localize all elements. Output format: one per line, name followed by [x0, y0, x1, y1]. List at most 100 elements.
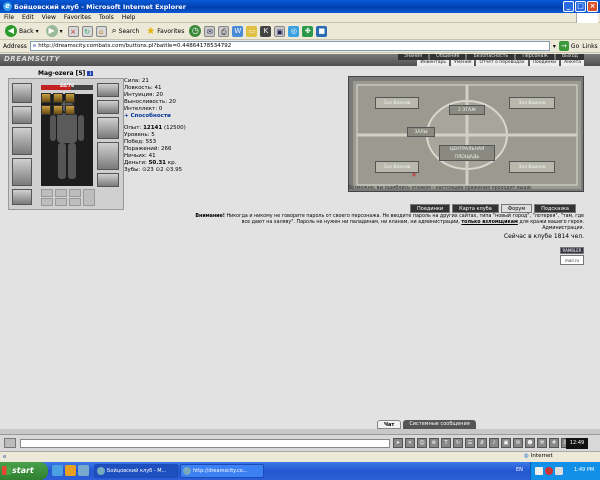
links-label[interactable]: Links: [582, 43, 597, 50]
menu-tools[interactable]: Tools: [99, 14, 114, 21]
room-plate-top-right[interactable]: Зал Воинов: [509, 97, 555, 109]
quicklaunch-desktop-icon[interactable]: [78, 465, 89, 476]
abilities-link[interactable]: + Способности: [124, 113, 176, 120]
tray-volume-icon[interactable]: [555, 467, 563, 475]
central-square-plate[interactable]: ЦЕНТРАЛЬНАЯ ПЛОЩАДЬ: [439, 145, 495, 161]
spell-slot-3[interactable]: [69, 189, 81, 197]
taskbar-item-dreamscity[interactable]: http://dreamscity.co...: [180, 464, 264, 478]
menu-file[interactable]: File: [4, 14, 14, 21]
gloves-right-slot[interactable]: [97, 100, 119, 114]
folder-icon[interactable]: ▭: [246, 25, 258, 37]
filter-icon[interactable]: ⚙: [429, 438, 439, 448]
address-input[interactable]: e http://dreamscity.combats.com/buttons.…: [29, 41, 550, 51]
sound-icon[interactable]: ♪: [489, 438, 499, 448]
forward-button[interactable]: ▶ ▾: [44, 25, 65, 37]
edit-icon[interactable]: W: [232, 25, 244, 37]
menu-edit[interactable]: Edit: [22, 14, 34, 21]
floor-plate[interactable]: 2 ЭТАЖ: [449, 105, 485, 115]
favorites-button[interactable]: ★ Favorites: [144, 26, 186, 37]
tray-antivirus-icon[interactable]: [545, 467, 553, 475]
site-logo[interactable]: DREAMSCITY: [4, 55, 60, 63]
history-icon[interactable]: ◷: [189, 25, 202, 37]
smiley-icon[interactable]: ☺: [417, 438, 427, 448]
ring-slot-2[interactable]: [41, 105, 51, 115]
chat-mode-icon[interactable]: [4, 438, 16, 448]
scroll-icon[interactable]: ⇵: [477, 438, 487, 448]
forum-button[interactable]: Форум: [500, 204, 533, 213]
spell-slot-2[interactable]: [55, 189, 67, 197]
hint-button[interactable]: Подсказка: [534, 204, 576, 213]
spell-slot-1[interactable]: [41, 189, 53, 197]
hackers-link[interactable]: только взломщикам: [461, 220, 517, 225]
chat-size-icon[interactable]: ▣: [501, 438, 511, 448]
info-icon[interactable]: i: [87, 71, 94, 76]
rambler-counter[interactable]: RAMBLER: [560, 247, 584, 254]
hands-slot[interactable]: [97, 83, 119, 97]
print-icon[interactable]: ⎙: [218, 25, 230, 37]
legs-slot[interactable]: [97, 142, 119, 170]
ring-slot-3[interactable]: [53, 105, 63, 115]
nav-duels[interactable]: Поединки: [529, 60, 560, 66]
amulet-slot[interactable]: [53, 93, 63, 103]
refresh-icon[interactable]: ↻: [81, 25, 93, 37]
maximize-button[interactable]: □: [575, 1, 586, 12]
duels-button[interactable]: Поединки: [410, 204, 451, 213]
shield-slot[interactable]: [97, 117, 119, 139]
weapon-slot[interactable]: [12, 127, 32, 155]
go-button[interactable]: → Go: [558, 41, 579, 51]
search-button[interactable]: ⌕ Search: [110, 26, 142, 36]
spell-slot-7[interactable]: [83, 189, 95, 206]
back-button[interactable]: ◀ Back ▾: [3, 25, 41, 37]
boots-slot[interactable]: [97, 173, 119, 187]
nav-inventory[interactable]: Инвентарь: [417, 60, 449, 66]
club-map-button[interactable]: Карта клуба: [452, 204, 499, 213]
helmet-slot[interactable]: [12, 83, 32, 103]
quicklaunch-ie-icon[interactable]: [52, 465, 63, 476]
tab-system-messages[interactable]: Системные сообщения: [403, 420, 476, 429]
room-plate-bottom-right[interactable]: Зал Воинов: [509, 161, 555, 173]
nav-skills[interactable]: Умения: [450, 60, 475, 66]
spell-slot-6[interactable]: [69, 198, 81, 206]
room-plate-top-left[interactable]: Зал Воинов: [375, 97, 419, 109]
friends-icon[interactable]: ☻: [525, 438, 535, 448]
send-icon[interactable]: ➤: [393, 438, 403, 448]
armor-slot[interactable]: [12, 158, 32, 186]
taskbar-item-combats[interactable]: Бойцовский клуб - M...: [94, 464, 178, 478]
clear-icon[interactable]: ✕: [405, 438, 415, 448]
addon-globe-icon[interactable]: ◎: [288, 25, 300, 37]
channel-icon[interactable]: #: [549, 438, 559, 448]
quicklaunch-explorer-icon[interactable]: [65, 465, 76, 476]
mail-icon[interactable]: ✉: [204, 25, 216, 37]
menu-favorites[interactable]: Favorites: [64, 14, 91, 21]
home-icon[interactable]: ⌂: [95, 25, 107, 37]
belt-slot[interactable]: [12, 189, 32, 205]
nav-profile[interactable]: Анкета: [561, 60, 584, 66]
language-indicator[interactable]: EN: [516, 467, 523, 473]
messenger-icon[interactable]: ▣: [274, 25, 286, 37]
tray-network-icon[interactable]: [535, 467, 543, 475]
ring-slot-1[interactable]: [65, 93, 75, 103]
bracer-slot[interactable]: [12, 106, 32, 124]
nav-transfer-report[interactable]: Отчет о переводах: [476, 60, 528, 66]
halls-plate[interactable]: ЗАЛЫ: [407, 127, 435, 137]
translit-icon[interactable]: T: [441, 438, 451, 448]
private-icon[interactable]: ✉: [513, 438, 523, 448]
addon-icon[interactable]: K: [260, 25, 272, 37]
users-icon[interactable]: ☰: [465, 438, 475, 448]
menu-help[interactable]: Help: [122, 14, 136, 21]
close-button[interactable]: ×: [587, 1, 598, 12]
stop-icon[interactable]: ×: [67, 25, 79, 37]
start-button[interactable]: start: [0, 462, 48, 480]
settings-icon[interactable]: ⚒: [537, 438, 547, 448]
addon-clover-icon[interactable]: ✤: [302, 25, 314, 37]
spell-slot-4[interactable]: [41, 198, 53, 206]
mailru-counter[interactable]: mail.ru: [560, 255, 584, 265]
menu-view[interactable]: View: [42, 14, 56, 21]
gloves-slot[interactable]: [65, 105, 75, 115]
minimize-button[interactable]: _: [563, 1, 574, 12]
chat-input[interactable]: [20, 439, 390, 448]
chevron-down-icon[interactable]: ▾: [553, 43, 556, 50]
refresh-chat-icon[interactable]: ↻: [453, 438, 463, 448]
spell-slot-5[interactable]: [55, 198, 67, 206]
tab-chat[interactable]: Чат: [377, 420, 402, 429]
